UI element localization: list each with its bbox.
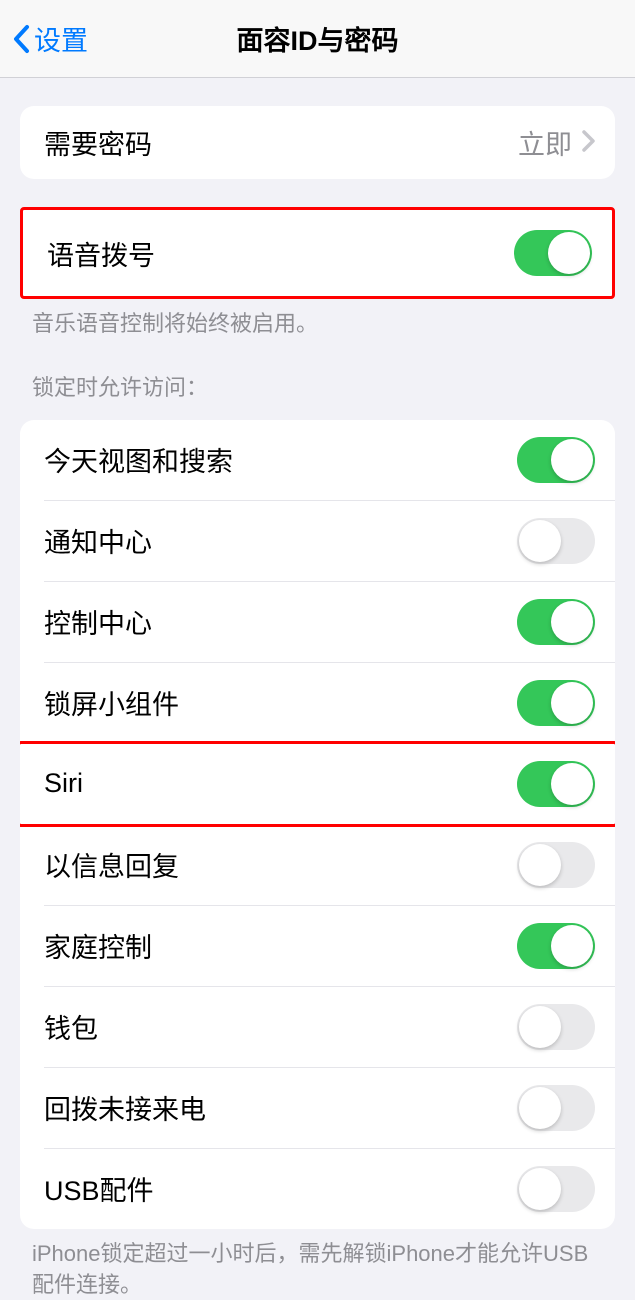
home-control-toggle[interactable]	[517, 923, 595, 969]
toggle-knob	[551, 682, 593, 724]
toggle-knob	[551, 439, 593, 481]
toggle-knob	[551, 925, 593, 967]
lock-screen-widgets-row: 锁屏小组件	[20, 663, 615, 743]
control-center-toggle[interactable]	[517, 599, 595, 645]
require-passcode-value: 立即	[518, 123, 572, 162]
wallet-row: 钱包	[20, 987, 615, 1067]
voice-dial-label: 语音拨号	[47, 234, 155, 273]
home-control-label: 家庭控制	[44, 926, 152, 965]
require-passcode-row[interactable]: 需要密码 立即	[20, 106, 615, 179]
toggle-knob	[551, 763, 593, 805]
today-view-toggle[interactable]	[517, 437, 595, 483]
lock-screen-widgets-label: 锁屏小组件	[44, 683, 179, 722]
voice-dial-row: 语音拨号	[23, 210, 612, 296]
return-missed-calls-row: 回拨未接来电	[20, 1068, 615, 1148]
notification-center-row: 通知中心	[20, 501, 615, 581]
require-passcode-label: 需要密码	[44, 123, 152, 162]
siri-row: Siri	[20, 741, 615, 827]
back-label: 设置	[34, 19, 88, 58]
access-section: 今天视图和搜索 通知中心 控制中心 锁屏小组件	[20, 420, 615, 1229]
toggle-knob	[519, 1006, 561, 1048]
navigation-header: 设置 面容ID与密码	[0, 0, 635, 78]
voice-dial-section: 语音拨号	[20, 207, 615, 299]
access-section-header: 锁定时允许访问：	[0, 340, 635, 412]
toggle-knob	[519, 1087, 561, 1129]
require-passcode-section: 需要密码 立即	[20, 106, 615, 179]
lock-screen-widgets-toggle[interactable]	[517, 680, 595, 726]
toggle-knob	[519, 844, 561, 886]
page-title: 面容ID与密码	[237, 19, 399, 58]
usb-accessories-row: USB配件	[20, 1149, 615, 1229]
siri-toggle[interactable]	[517, 761, 595, 807]
chevron-left-icon	[12, 24, 30, 54]
siri-label: Siri	[44, 768, 83, 799]
chevron-right-icon	[582, 127, 595, 159]
usb-accessories-toggle[interactable]	[517, 1166, 595, 1212]
wallet-toggle[interactable]	[517, 1004, 595, 1050]
wallet-label: 钱包	[44, 1007, 98, 1046]
notification-center-label: 通知中心	[44, 521, 152, 560]
voice-dial-toggle[interactable]	[514, 230, 592, 276]
usb-accessories-label: USB配件	[44, 1169, 154, 1208]
back-button[interactable]: 设置	[0, 19, 88, 58]
reply-with-message-toggle[interactable]	[517, 842, 595, 888]
toggle-knob	[551, 601, 593, 643]
voice-dial-footer: 音乐语音控制将始终被启用。	[0, 299, 635, 340]
toggle-knob	[548, 232, 590, 274]
notification-center-toggle[interactable]	[517, 518, 595, 564]
return-missed-calls-toggle[interactable]	[517, 1085, 595, 1131]
return-missed-calls-label: 回拨未接来电	[44, 1088, 206, 1127]
reply-with-message-label: 以信息回复	[44, 845, 179, 884]
toggle-knob	[519, 520, 561, 562]
home-control-row: 家庭控制	[20, 906, 615, 986]
today-view-row: 今天视图和搜索	[20, 420, 615, 500]
access-section-footer: iPhone锁定超过一小时后，需先解锁iPhone才能允许USB配件连接。	[0, 1229, 635, 1300]
toggle-knob	[519, 1168, 561, 1210]
reply-with-message-row: 以信息回复	[20, 825, 615, 905]
control-center-row: 控制中心	[20, 582, 615, 662]
control-center-label: 控制中心	[44, 602, 152, 641]
today-view-label: 今天视图和搜索	[44, 440, 233, 479]
